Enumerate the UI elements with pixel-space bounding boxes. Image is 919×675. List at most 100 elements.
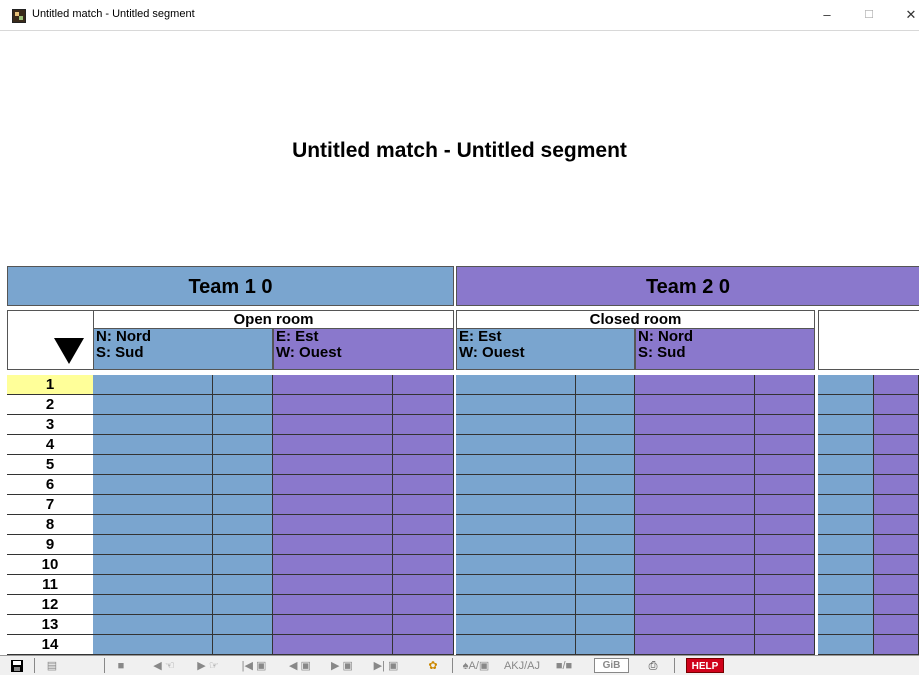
board-cell[interactable] <box>755 415 815 435</box>
board-cell[interactable] <box>456 635 576 655</box>
board-cell[interactable] <box>273 375 393 395</box>
help-button[interactable]: HELP <box>686 658 724 673</box>
board-cell[interactable] <box>874 515 919 535</box>
board-cell[interactable] <box>635 455 755 475</box>
board-cell[interactable] <box>273 635 393 655</box>
first-board-icon[interactable]: |◀ ▣ <box>236 658 272 674</box>
board-cell[interactable] <box>818 575 874 595</box>
board-cell[interactable] <box>93 635 213 655</box>
board-cell[interactable] <box>213 475 273 495</box>
board-cell[interactable] <box>393 615 454 635</box>
board-cell[interactable] <box>93 575 213 595</box>
board-cell[interactable] <box>576 555 635 575</box>
board-cell[interactable] <box>818 535 874 555</box>
board-cell[interactable] <box>273 455 393 475</box>
board-cell[interactable] <box>273 535 393 555</box>
board-cell[interactable] <box>93 435 213 455</box>
board-cell[interactable] <box>393 455 454 475</box>
board-cell[interactable] <box>576 375 635 395</box>
board-number[interactable]: 8 <box>7 515 93 535</box>
board-cell[interactable] <box>273 475 393 495</box>
board-number[interactable]: 4 <box>7 435 93 455</box>
board-cell[interactable] <box>213 515 273 535</box>
board-cell[interactable] <box>576 615 635 635</box>
board-number[interactable]: 1 <box>7 375 93 395</box>
board-cell[interactable] <box>635 435 755 455</box>
board-cell[interactable] <box>213 455 273 475</box>
board-cell[interactable] <box>874 615 919 635</box>
board-cell[interactable] <box>93 595 213 615</box>
board-cell[interactable] <box>456 575 576 595</box>
board-cell[interactable] <box>393 415 454 435</box>
board-cell[interactable] <box>755 575 815 595</box>
maximize-button[interactable]: ☐ <box>854 6 884 24</box>
board-cell[interactable] <box>576 455 635 475</box>
board-number[interactable]: 5 <box>7 455 93 475</box>
board-cell[interactable] <box>393 555 454 575</box>
board-cell[interactable] <box>818 615 874 635</box>
board-cell[interactable] <box>456 495 576 515</box>
window-title-bar[interactable]: Untitled match - Untitled segment – ☐ ✕ <box>0 0 919 31</box>
board-cell[interactable] <box>874 395 919 415</box>
board-cell[interactable] <box>456 515 576 535</box>
last-board-icon[interactable]: ▶| ▣ <box>366 658 406 674</box>
board-cell[interactable] <box>456 475 576 495</box>
board-cell[interactable] <box>755 475 815 495</box>
board-cell[interactable] <box>818 515 874 535</box>
board-cell[interactable] <box>393 495 454 515</box>
board-cell[interactable] <box>755 375 815 395</box>
board-cell[interactable] <box>818 555 874 575</box>
board-cell[interactable] <box>576 635 635 655</box>
board-cell[interactable] <box>213 575 273 595</box>
board-cell[interactable] <box>635 615 755 635</box>
board-number[interactable]: 3 <box>7 415 93 435</box>
next-board-icon[interactable]: ▶ ▣ <box>324 658 360 674</box>
board-cell[interactable] <box>635 415 755 435</box>
board-cell[interactable] <box>818 595 874 615</box>
board-cell[interactable] <box>576 435 635 455</box>
board-cell[interactable] <box>755 555 815 575</box>
board-cell[interactable] <box>818 375 874 395</box>
board-cell[interactable] <box>635 575 755 595</box>
board-cell[interactable] <box>456 535 576 555</box>
board-cell[interactable] <box>755 455 815 475</box>
board-cell[interactable] <box>93 475 213 495</box>
board-cell[interactable] <box>456 395 576 415</box>
board-cell[interactable] <box>635 395 755 415</box>
board-cell[interactable] <box>393 475 454 495</box>
board-cell[interactable] <box>874 415 919 435</box>
board-cell[interactable] <box>755 615 815 635</box>
board-cell[interactable] <box>393 375 454 395</box>
close-button[interactable]: ✕ <box>896 6 919 24</box>
board-number[interactable]: 12 <box>7 595 93 615</box>
board-cell[interactable] <box>393 515 454 535</box>
board-cell[interactable] <box>213 635 273 655</box>
prev-hand-icon[interactable]: ◀ ☜ <box>146 658 182 674</box>
board-cell[interactable] <box>576 595 635 615</box>
board-cell[interactable] <box>213 395 273 415</box>
board-number[interactable]: 7 <box>7 495 93 515</box>
board-cell[interactable] <box>393 575 454 595</box>
board-cell[interactable] <box>635 475 755 495</box>
board-cell[interactable] <box>874 595 919 615</box>
board-cell[interactable] <box>213 415 273 435</box>
board-cell[interactable] <box>755 535 815 555</box>
board-cell[interactable] <box>456 595 576 615</box>
print-icon[interactable]: ⎙ <box>644 658 662 674</box>
board-cell[interactable] <box>874 555 919 575</box>
board-cell[interactable] <box>93 455 213 475</box>
board-cell[interactable] <box>273 555 393 575</box>
save-icon[interactable] <box>10 658 24 674</box>
board-cell[interactable] <box>755 495 815 515</box>
board-cell[interactable] <box>93 555 213 575</box>
board-cell[interactable] <box>755 635 815 655</box>
board-cell[interactable] <box>273 575 393 595</box>
board-cell[interactable] <box>456 415 576 435</box>
board-cell[interactable] <box>874 535 919 555</box>
board-cell[interactable] <box>273 515 393 535</box>
board-cell[interactable] <box>93 395 213 415</box>
board-number[interactable]: 6 <box>7 475 93 495</box>
board-cell[interactable] <box>818 435 874 455</box>
board-cell[interactable] <box>635 495 755 515</box>
board-cell[interactable] <box>874 455 919 475</box>
